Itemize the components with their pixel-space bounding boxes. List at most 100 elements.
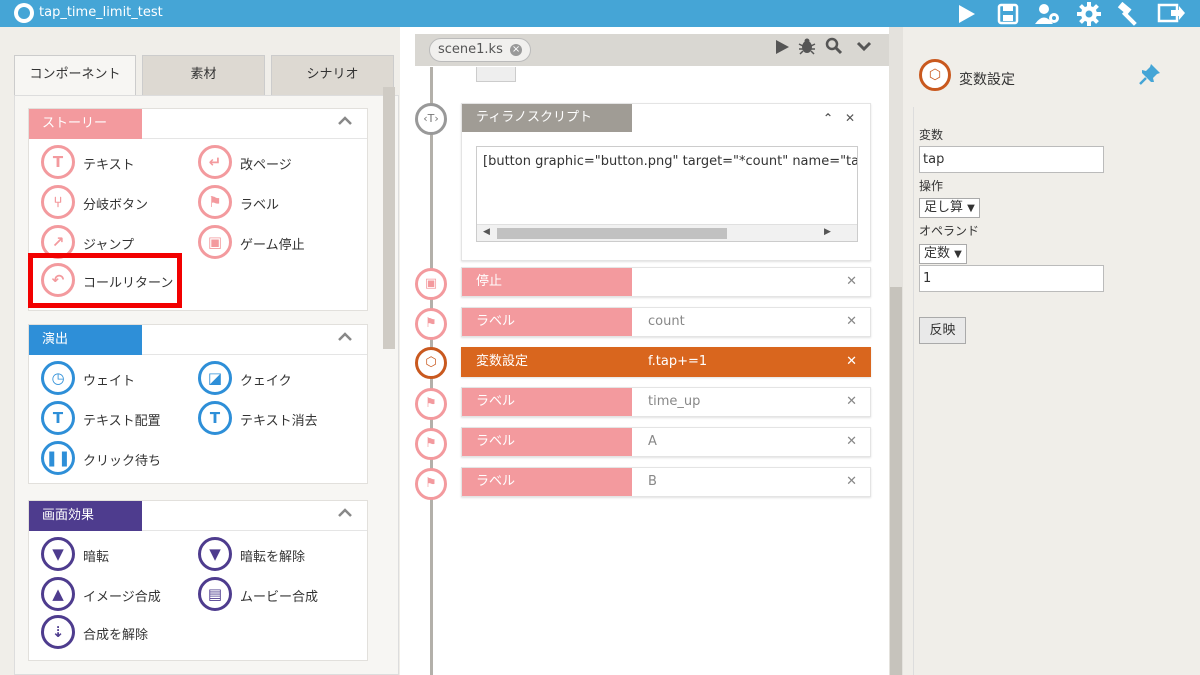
variable-cube-icon: ⬡ <box>415 347 447 379</box>
close-icon[interactable]: ✕ <box>846 348 857 376</box>
close-icon[interactable]: ✕ <box>846 468 857 496</box>
command-row[interactable]: 停止 ✕ <box>461 267 871 297</box>
film-icon: ▤ <box>198 577 232 611</box>
component-page-break-label: 改ページ <box>240 158 292 173</box>
chevron-up-icon[interactable]: ⌃ <box>823 111 833 125</box>
script-block[interactable]: ティラノスクリプト ⌃ ✕ [button graphic="button.pn… <box>461 103 871 261</box>
play-icon[interactable] <box>951 0 981 27</box>
component-image-composite[interactable]: ▲ イメージ合成 <box>41 577 191 613</box>
command-row[interactable]: ラベル A ✕ <box>461 427 871 457</box>
variable-label: 変数 <box>919 128 944 142</box>
command-row-selected[interactable]: 変数設定 f.tap+=1 ✕ <box>461 347 871 377</box>
editor-scroll-thumb[interactable] <box>890 287 902 675</box>
operand-type-select[interactable]: 定数 ▼ <box>919 244 967 264</box>
component-text-clear[interactable]: T テキスト消去 <box>198 401 348 437</box>
apply-button[interactable]: 反映 <box>919 317 966 344</box>
chevron-down-icon[interactable] <box>852 37 876 63</box>
component-label[interactable]: ⚑ ラベル <box>198 185 348 221</box>
component-label-label: ラベル <box>240 198 280 213</box>
component-wait[interactable]: ◷ ウェイト <box>41 361 191 397</box>
component-branch-button-label: 分岐ボタン <box>83 198 149 213</box>
operand-input[interactable]: 1 <box>919 265 1104 292</box>
title-bar: tap_time_limit_test <box>0 0 1200 27</box>
component-fade-in[interactable]: ▼ 暗転を解除 <box>198 537 348 573</box>
close-icon[interactable]: ✕ <box>845 111 855 125</box>
operation-select-value: 足し算 <box>924 200 964 215</box>
app-logo-icon <box>14 3 34 23</box>
component-text-position[interactable]: T テキスト配置 <box>41 401 191 437</box>
script-horizontal-scrollbar[interactable]: ◀ ▶ <box>477 224 857 241</box>
users-gear-icon[interactable] <box>1033 0 1063 27</box>
text-layout-icon: T <box>41 401 75 435</box>
pin-icon[interactable] <box>1139 63 1161 90</box>
component-quake[interactable]: ◪ クェイク <box>198 361 348 397</box>
component-branch-button[interactable]: ⑂ 分岐ボタン <box>41 185 191 221</box>
close-icon[interactable]: ✕ <box>846 308 857 336</box>
properties-panel: ⬡ 変数設定 変数 tap 操作 足し算 ▼ オペランド 定数 ▼ 1 反映 <box>905 27 1200 675</box>
component-composite-clear-label: 合成を解除 <box>83 628 149 643</box>
group-effects-header[interactable]: 演出 <box>29 325 367 355</box>
gear-icon[interactable] <box>1074 0 1104 27</box>
component-movie-composite[interactable]: ▤ ムービー合成 <box>198 577 348 613</box>
group-effects: 演出 ◷ ウェイト ◪ クェイク T テキスト配置 T テキスト消去 ❚❚ クリ… <box>28 324 368 484</box>
file-tab[interactable]: scene1.ks × <box>429 38 532 62</box>
close-icon[interactable]: × <box>510 44 523 56</box>
operation-label: 操作 <box>919 179 944 193</box>
tab-components[interactable]: コンポーネント <box>14 55 136 95</box>
script-code-area[interactable]: [button graphic="button.png" target="*co… <box>476 146 858 242</box>
export-icon[interactable] <box>1156 0 1186 27</box>
dropdown-arrow-icon: ▼ <box>967 203 975 214</box>
bug-icon[interactable] <box>795 37 819 63</box>
flag-icon: ⚑ <box>198 185 232 219</box>
app-title: tap_time_limit_test <box>39 5 163 20</box>
component-page-break[interactable]: ↵ 改ページ <box>198 145 348 181</box>
scroll-left-icon[interactable]: ◀ <box>483 227 490 237</box>
command-row[interactable]: ラベル time_up ✕ <box>461 387 871 417</box>
close-icon[interactable]: ✕ <box>846 388 857 416</box>
highlight-box <box>28 253 182 308</box>
command-row[interactable]: ラベル count ✕ <box>461 307 871 337</box>
component-text[interactable]: T テキスト <box>41 145 191 181</box>
flag-icon: ⚑ <box>415 468 447 500</box>
chevron-up-icon[interactable] <box>337 113 353 133</box>
component-fade-out[interactable]: ▼ 暗転 <box>41 537 191 573</box>
component-fade-out-label: 暗転 <box>83 550 110 565</box>
editor-scrollbar[interactable] <box>889 27 903 675</box>
operation-select[interactable]: 足し算 ▼ <box>919 198 980 218</box>
scroll-right-icon[interactable]: ▶ <box>824 227 831 237</box>
row-value: time_up <box>648 394 701 409</box>
component-fade-in-label: 暗転を解除 <box>240 550 306 565</box>
group-story-header[interactable]: ストーリー <box>29 109 367 139</box>
component-quake-label: クェイク <box>240 374 292 389</box>
chevron-up-icon[interactable] <box>337 329 353 349</box>
search-icon[interactable] <box>822 37 846 63</box>
group-story-title: ストーリー <box>29 109 142 139</box>
row-title: ラベル <box>462 468 632 496</box>
tab-assets[interactable]: 素材 <box>142 55 265 95</box>
component-game-stop[interactable]: ▣ ゲーム停止 <box>198 225 348 261</box>
text-clear-icon: T <box>198 401 232 435</box>
variable-cube-icon: ⬡ <box>919 59 951 91</box>
quake-icon: ◪ <box>198 361 232 395</box>
group-screen-effects-header[interactable]: 画面効果 <box>29 501 367 531</box>
component-click-wait[interactable]: ❚❚ クリック待ち <box>41 441 191 477</box>
close-icon[interactable]: ✕ <box>846 268 857 296</box>
operand-type-value: 定数 <box>924 246 951 261</box>
row-title: 変数設定 <box>462 348 632 376</box>
row-title: ラベル <box>462 388 632 416</box>
component-scrollbar[interactable] <box>383 87 395 349</box>
component-composite-clear[interactable]: ⇣ 合成を解除 <box>41 615 191 651</box>
close-icon[interactable]: ✕ <box>846 428 857 456</box>
script-node-icon: ‹T› <box>415 103 447 135</box>
row-title: ラベル <box>462 428 632 456</box>
save-icon[interactable] <box>993 0 1023 27</box>
command-row[interactable]: ラベル B ✕ <box>461 467 871 497</box>
script-scroll-thumb[interactable] <box>497 228 727 239</box>
play-icon[interactable] <box>770 37 794 63</box>
chevron-up-icon[interactable] <box>337 505 353 525</box>
tab-scenario[interactable]: シナリオ <box>271 55 394 95</box>
file-tab-label: scene1.ks <box>438 42 503 57</box>
mask-icon: ▼ <box>41 537 75 571</box>
variable-input[interactable]: tap <box>919 146 1104 173</box>
hammer-icon[interactable] <box>1115 0 1145 27</box>
